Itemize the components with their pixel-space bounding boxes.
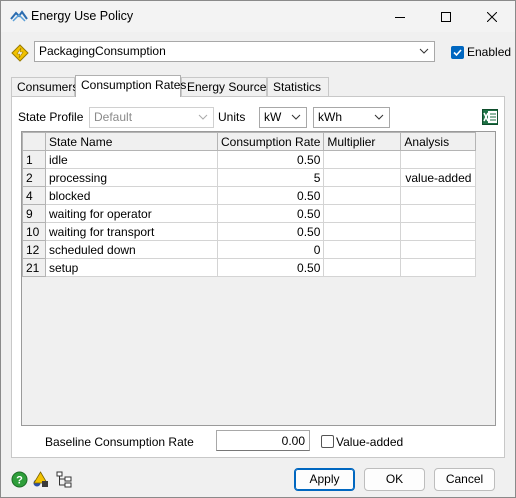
- analysis-cell[interactable]: [400, 186, 477, 205]
- table-row[interactable]: 9 waiting for operator 0.50: [22, 204, 477, 223]
- column-header[interactable]: Analysis: [400, 132, 477, 151]
- cancel-button[interactable]: Cancel: [434, 468, 495, 491]
- table-row[interactable]: 4 blocked 0.50: [22, 186, 477, 205]
- analysis-cell[interactable]: [400, 204, 477, 223]
- multiplier-cell[interactable]: [323, 186, 402, 205]
- row-header[interactable]: 9: [22, 204, 46, 223]
- help-icon[interactable]: ?: [11, 471, 28, 488]
- table-row[interactable]: 12 scheduled down 0: [22, 240, 477, 259]
- consumption-rate-cell[interactable]: 0.50: [216, 222, 325, 241]
- multiplier-cell[interactable]: [323, 150, 402, 169]
- energy-use-policy-window: Energy Use Policy PackagingConsumption E…: [0, 0, 516, 498]
- enabled-label: Enabled: [467, 45, 512, 59]
- consumption-rate-cell[interactable]: 0.50: [216, 186, 325, 205]
- column-header[interactable]: Multiplier: [323, 132, 402, 151]
- tab-consumption-rates[interactable]: Consumption Rates: [75, 75, 186, 97]
- chevron-down-icon: [291, 114, 301, 120]
- baseline-consumption-label: Baseline Consumption Rate: [45, 435, 194, 449]
- maximize-icon: [441, 11, 451, 22]
- state-profile-label: State Profile: [18, 110, 84, 124]
- multiplier-cell[interactable]: [323, 168, 402, 187]
- row-header[interactable]: 12: [22, 240, 46, 259]
- policy-name-combo[interactable]: PackagingConsumption: [34, 41, 435, 62]
- tab-energy-sources[interactable]: Energy Sources: [181, 77, 272, 96]
- chevron-down-icon: [419, 48, 429, 54]
- multiplier-cell[interactable]: [323, 204, 402, 223]
- chevron-down-icon: [374, 114, 384, 120]
- multiplier-cell[interactable]: [323, 240, 402, 259]
- power-unit-value: kW: [264, 110, 282, 124]
- table-row[interactable]: 10 waiting for transport 0.50: [22, 222, 477, 241]
- state-name-cell[interactable]: idle: [45, 150, 218, 169]
- table-row[interactable]: 1 idle 0.50: [22, 150, 477, 169]
- minimize-button[interactable]: [377, 1, 423, 32]
- policy-name-value: PackagingConsumption: [39, 44, 166, 58]
- consumption-rate-cell[interactable]: 0.50: [216, 258, 325, 277]
- value-added-label: Value-added: [336, 435, 404, 449]
- tab-consumers[interactable]: Consumers: [11, 77, 78, 96]
- row-header[interactable]: 1: [22, 150, 46, 169]
- svg-text:?: ?: [16, 475, 23, 487]
- column-header[interactable]: Consumption Rate: [216, 132, 325, 151]
- state-name-cell[interactable]: waiting for transport: [45, 222, 218, 241]
- row-header[interactable]: 21: [22, 258, 46, 277]
- consumption-rate-cell[interactable]: 5: [216, 168, 325, 187]
- state-name-cell[interactable]: processing: [45, 168, 218, 187]
- table-row[interactable]: 21 setup 0.50: [22, 258, 477, 277]
- close-icon: [487, 11, 497, 22]
- analysis-cell[interactable]: [400, 258, 477, 277]
- energy-unit-combo[interactable]: kWh: [313, 107, 390, 128]
- state-name-cell[interactable]: setup: [45, 258, 218, 277]
- multiplier-cell[interactable]: [323, 222, 402, 241]
- enabled-checkbox[interactable]: [451, 46, 464, 59]
- ok-button[interactable]: OK: [364, 468, 425, 491]
- table-row[interactable]: 2 processing 5 value-added: [22, 168, 477, 187]
- tab-statistics[interactable]: Statistics: [267, 77, 329, 96]
- title-bar[interactable]: Energy Use Policy: [1, 1, 515, 32]
- analysis-cell[interactable]: value-added: [400, 168, 477, 187]
- chevron-down-icon: [198, 114, 208, 120]
- consumption-rate-cell[interactable]: 0.50: [216, 204, 325, 223]
- consumption-rates-panel: State Profile Default Units kW kWh State…: [11, 96, 505, 458]
- apply-button[interactable]: Apply: [294, 468, 355, 491]
- maximize-button[interactable]: [423, 1, 469, 32]
- energy-unit-value: kWh: [318, 110, 342, 124]
- rates-table: State Name Consumption Rate Multiplier A…: [22, 132, 477, 277]
- state-name-cell[interactable]: blocked: [45, 186, 218, 205]
- state-name-cell[interactable]: waiting for operator: [45, 204, 218, 223]
- app-logo-icon: [10, 10, 28, 22]
- corner-header: [22, 132, 46, 151]
- tree-view-icon[interactable]: [56, 471, 73, 488]
- minimize-icon: [395, 16, 405, 18]
- checkmark-icon: [453, 49, 462, 57]
- state-profile-value: Default: [94, 110, 133, 124]
- state-name-cell[interactable]: scheduled down: [45, 240, 218, 259]
- value-added-checkbox[interactable]: [321, 435, 334, 448]
- consumption-rate-cell[interactable]: 0: [216, 240, 325, 259]
- power-unit-combo[interactable]: kW: [259, 107, 307, 128]
- analysis-cell[interactable]: [400, 150, 477, 169]
- analysis-cell[interactable]: [400, 222, 477, 241]
- excel-export-icon[interactable]: [482, 109, 498, 125]
- window-title: Energy Use Policy: [31, 9, 134, 23]
- multiplier-cell[interactable]: [323, 258, 402, 277]
- row-header[interactable]: 2: [22, 168, 46, 187]
- close-button[interactable]: [469, 1, 515, 32]
- row-header[interactable]: 4: [22, 186, 46, 205]
- row-header[interactable]: 10: [22, 222, 46, 241]
- state-profile-combo[interactable]: Default: [89, 107, 214, 128]
- consumption-rate-cell[interactable]: 0.50: [216, 150, 325, 169]
- units-label: Units: [218, 110, 246, 124]
- consumption-rates-grid[interactable]: State Name Consumption Rate Multiplier A…: [21, 131, 496, 426]
- energy-policy-icon: [11, 44, 29, 62]
- column-header[interactable]: State Name: [45, 132, 218, 151]
- baseline-consumption-input[interactable]: 0.00: [216, 430, 310, 451]
- analysis-cell[interactable]: [400, 240, 477, 259]
- properties-icon[interactable]: [32, 471, 49, 488]
